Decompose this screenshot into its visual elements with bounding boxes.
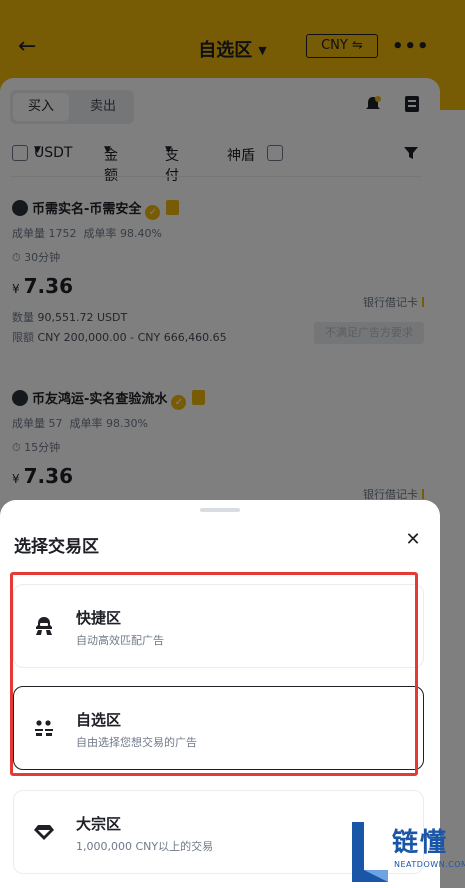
close-icon[interactable]: ✕ [403, 530, 423, 550]
diamond-icon [33, 821, 55, 843]
watermark-text: 链懂 [392, 828, 449, 858]
sheet-title: 选择交易区 [14, 537, 99, 557]
option-name: 大宗区 [76, 815, 122, 833]
highlight-annotation-box [10, 572, 418, 776]
drag-handle[interactable] [200, 508, 240, 512]
watermark-logo: 链懂 NEATDOWN.COM [346, 816, 465, 888]
watermark-subtext: NEATDOWN.COM [394, 860, 465, 869]
option-description: 1,000,000 CNY以上的交易 [76, 840, 214, 853]
watermark-l-shape [352, 822, 388, 882]
